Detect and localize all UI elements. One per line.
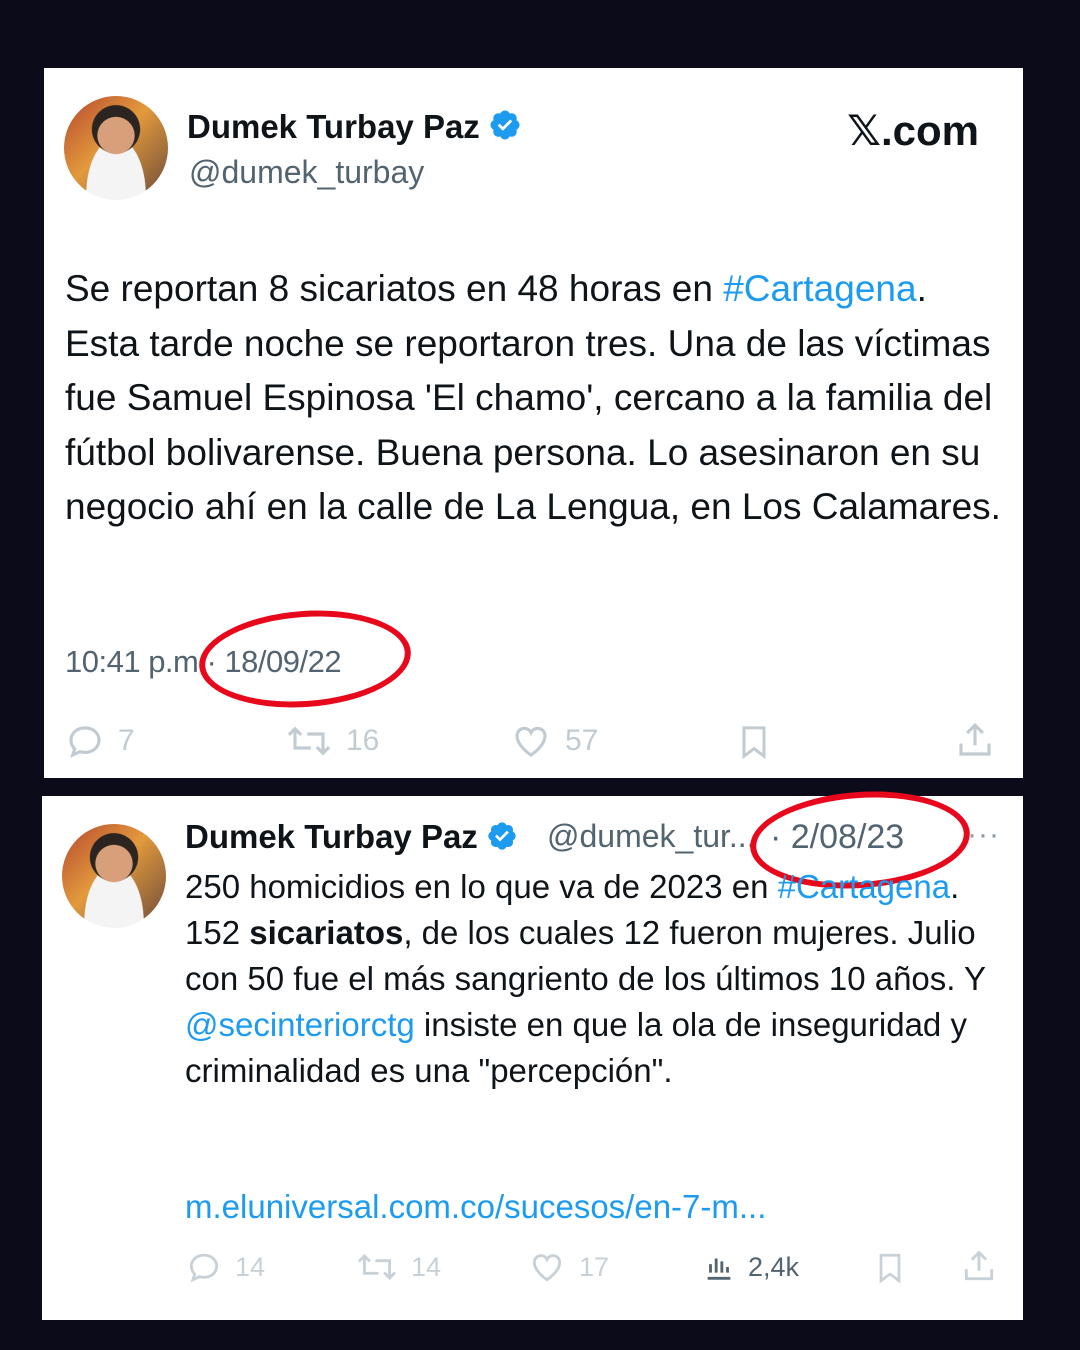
retweet-icon xyxy=(284,720,334,762)
verified-badge-icon xyxy=(486,820,518,852)
like-button[interactable]: 57 xyxy=(509,720,598,762)
hashtag-link[interactable]: #Cartagena xyxy=(778,868,950,905)
views-button[interactable]: 2,4k xyxy=(702,1248,799,1286)
more-options-button[interactable]: ··· xyxy=(967,818,1000,852)
share-icon xyxy=(954,718,996,762)
bookmark-button[interactable] xyxy=(734,720,774,764)
tweet-card-2[interactable]: Dumek Turbay Paz @dumek_tur... · 2/08/23… xyxy=(42,784,1023,1320)
reply-icon xyxy=(64,720,106,762)
bookmark-button[interactable] xyxy=(872,1248,908,1288)
author-name-text[interactable]: Dumek Turbay Paz xyxy=(185,818,478,855)
author-handle[interactable]: @dumek_turbay xyxy=(189,154,424,191)
highlight-oval xyxy=(195,603,415,715)
reply-icon xyxy=(185,1248,223,1286)
tweet-text-part: 250 homicidios en lo que va de 2023 en xyxy=(185,868,778,905)
reply-button[interactable]: 14 xyxy=(185,1248,265,1286)
author-name[interactable]: Dumek Turbay Paz xyxy=(185,818,518,856)
retweet-count: 16 xyxy=(346,724,380,757)
tweet-text-part: Se reportan 8 sicariatos en 48 horas en xyxy=(65,268,724,309)
like-count: 17 xyxy=(579,1251,610,1282)
author-name[interactable]: Dumek Turbay Paz xyxy=(187,108,522,146)
heart-icon xyxy=(509,720,553,762)
share-button[interactable] xyxy=(960,1246,998,1286)
author-handle[interactable]: @dumek_tur... xyxy=(547,818,756,855)
share-icon xyxy=(960,1246,998,1286)
retweet-button[interactable]: 16 xyxy=(284,720,379,762)
view-count: 2,4k xyxy=(748,1251,800,1282)
mention-link[interactable]: @secinteriorctg xyxy=(185,1006,415,1043)
tweet-text: Se reportan 8 sicariatos en 48 horas en … xyxy=(65,262,1010,535)
avatar[interactable] xyxy=(62,824,166,928)
retweet-count: 14 xyxy=(411,1251,442,1282)
like-count: 57 xyxy=(565,724,599,757)
bookmark-icon xyxy=(734,720,774,764)
retweet-icon xyxy=(355,1248,399,1286)
like-button[interactable]: 17 xyxy=(527,1248,609,1286)
tweet-text-bold: sicariatos xyxy=(249,914,404,951)
external-link[interactable]: m.eluniversal.com.co/sucesos/en-7-m... xyxy=(185,1188,766,1226)
reply-count: 14 xyxy=(235,1251,266,1282)
analytics-icon xyxy=(702,1248,736,1286)
tweet-card-1[interactable]: Dumek Turbay Paz @dumek_turbay 𝕏.com Se … xyxy=(44,68,1023,778)
tweet-time[interactable]: 10:41 p.m xyxy=(65,644,199,679)
bookmark-icon xyxy=(872,1248,908,1288)
hashtag-link[interactable]: #Cartagena xyxy=(723,268,916,309)
verified-badge-icon xyxy=(488,108,522,142)
avatar[interactable] xyxy=(64,96,168,200)
tweet-text: 250 homicidios en lo que va de 2023 en #… xyxy=(185,864,1015,1094)
reply-button[interactable]: 7 xyxy=(64,720,135,762)
share-button[interactable] xyxy=(954,718,996,762)
retweet-button[interactable]: 14 xyxy=(355,1248,441,1286)
heart-icon xyxy=(527,1248,567,1286)
author-name-text[interactable]: Dumek Turbay Paz xyxy=(187,108,480,145)
reply-count: 7 xyxy=(118,724,135,757)
x-logo: 𝕏.com xyxy=(847,107,979,154)
